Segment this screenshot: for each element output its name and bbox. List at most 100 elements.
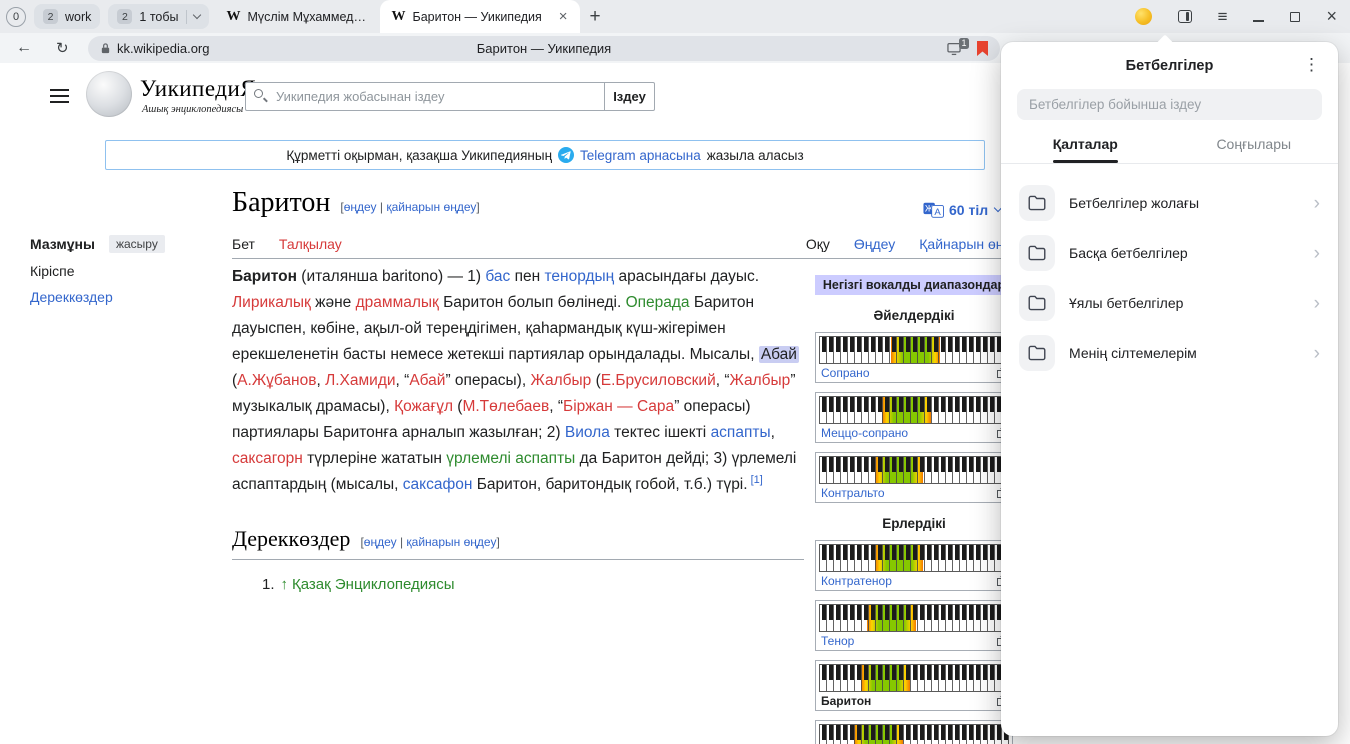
site-notifications-icon[interactable]: 1 — [946, 42, 962, 56]
tab-group-label: work — [65, 10, 91, 24]
voice-label[interactable]: Тенор — [821, 634, 854, 648]
wiki-hamburger-icon[interactable] — [50, 89, 69, 91]
folder-item-mobile-bookmarks[interactable]: Ұялы бетбелгілер › — [1009, 278, 1330, 328]
table-of-contents: Мазмұны жасыру Кіріспе Дереккөздер — [30, 235, 210, 305]
tab-group-label: 1 тобы — [139, 10, 178, 24]
toc-header: Мазмұны — [30, 236, 95, 252]
banner-text: Құрметті оқырман, қазақша Уикипедияның — [286, 148, 552, 163]
bookmarks-panel-title: Бетбелгілер — [1126, 58, 1214, 74]
lock-icon[interactable] — [100, 42, 111, 55]
tab-bariton-active[interactable]: W Баритон — Уикипедия × — [380, 0, 580, 33]
piano-range-image[interactable] — [819, 724, 1009, 744]
folder-item-bookmarks-bar[interactable]: Бетбелгілер жолағы › — [1009, 178, 1330, 228]
voice-range-item[interactable]: Контратенор — [815, 540, 1013, 591]
wiki-search-button[interactable]: Іздеу — [605, 82, 655, 111]
wikipedia-favicon: W — [227, 9, 241, 25]
wiki-tagline: Ашық энциклопедиясы — [142, 104, 243, 115]
title-edit-links[interactable]: [өңдеу | қайнарын өңдеу] — [340, 200, 479, 214]
telegram-channel-link[interactable]: Telegram арнасына — [580, 148, 701, 163]
infobox-body: ӘйелдердікіСопраноМеццо-сопраноКонтральт… — [815, 308, 1013, 744]
tab-muslim[interactable]: W Мүслім Мұхаммедұлы Ма — [217, 0, 380, 33]
side-panel-toggle-icon[interactable] — [1165, 10, 1205, 23]
voice-range-item[interactable]: Меццо-сопрано — [815, 392, 1013, 443]
wikipedia-favicon: W — [392, 9, 406, 25]
tab-title: Баритон — Уикипедия — [413, 10, 542, 24]
tab-counter-button[interactable]: 0 — [6, 7, 26, 27]
section-edit-links[interactable]: [өңдеу | қайнарын өңдеу] — [360, 529, 499, 555]
piano-range-image[interactable] — [819, 396, 1009, 424]
folder-item-other-bookmarks[interactable]: Басқа бетбелгілер › — [1009, 228, 1330, 278]
tab-read[interactable]: Оқу — [806, 236, 830, 252]
bookmarks-tabs: Қалталар Соңғылары — [1001, 136, 1338, 164]
wiki-search-input[interactable] — [245, 82, 605, 111]
voice-range-item[interactable]: Сопрано — [815, 332, 1013, 383]
tab-edit[interactable]: Өңдеу — [854, 236, 895, 252]
notification-count-badge: 1 — [959, 38, 969, 49]
voice-label[interactable]: Меццо-сопрано — [821, 426, 908, 440]
piano-range-image[interactable] — [819, 336, 1009, 364]
voice-range-item[interactable]: Тенор — [815, 600, 1013, 651]
chevron-right-icon: › — [1314, 244, 1320, 263]
reference-link[interactable]: Қазақ Энциклопедиясы — [292, 576, 455, 593]
chevron-right-icon: › — [1314, 294, 1320, 313]
tab-page[interactable]: Бет — [232, 236, 255, 252]
tab-group-work[interactable]: 2 work — [34, 4, 100, 29]
tab-folders[interactable]: Қалталар — [1001, 136, 1170, 163]
piano-range-image[interactable] — [819, 664, 1009, 692]
url-field[interactable]: kk.wikipedia.org Баритон — Уикипедия 1 — [88, 36, 1000, 61]
address-page-title: Баритон — Уикипедия — [88, 36, 1000, 61]
toolbar-right-icons: ≡ × — [1122, 6, 1350, 27]
browser-menu-icon[interactable]: ≡ — [1205, 7, 1241, 27]
wiki-search: Іздеу — [245, 82, 655, 111]
svg-text:A: A — [934, 207, 941, 218]
back-button[interactable]: ← — [16, 33, 32, 63]
tab-close-icon[interactable]: × — [559, 9, 568, 24]
banner-text: жазыла аласыз — [707, 148, 804, 163]
tab-group-toby[interactable]: 2 1 тобы — [108, 4, 208, 29]
language-icon: ЖA — [923, 202, 944, 218]
backlink-arrow[interactable]: ↑ — [281, 576, 289, 593]
article-body: Баритон (италянша baritono) — 1) бас пен… — [232, 264, 804, 598]
window-close-button[interactable]: × — [1313, 6, 1350, 27]
folder-icon — [1019, 285, 1055, 321]
voice-label[interactable]: Сопрано — [821, 366, 870, 380]
search-icon — [254, 89, 263, 98]
new-tab-button[interactable]: + — [580, 6, 611, 28]
piano-range-image[interactable] — [819, 604, 1009, 632]
toc-item-references[interactable]: Дереккөздер — [30, 289, 210, 305]
toc-item-intro[interactable]: Кіріспе — [30, 263, 210, 279]
folder-icon — [1019, 185, 1055, 221]
tab-recent[interactable]: Соңғылары — [1170, 136, 1339, 163]
piano-range-image[interactable] — [819, 456, 1009, 484]
voice-range-item[interactable]: Бас — [815, 720, 1013, 744]
infobox-group-header: Ерлердікі — [815, 516, 1013, 531]
divider — [186, 10, 187, 24]
reload-button[interactable]: ↻ — [56, 33, 69, 63]
window-maximize-button[interactable] — [1277, 12, 1313, 22]
tab-group-count-badge: 2 — [117, 9, 132, 24]
chevron-right-icon: › — [1314, 194, 1320, 213]
bookmark-flag-icon[interactable] — [977, 41, 988, 56]
bookmarks-folder-list: Бетбелгілер жолағы › Басқа бетбелгілер ›… — [1001, 164, 1338, 378]
vocal-range-infobox: Негізгі вокалды диапазондар ӘйелдердікіС… — [815, 275, 1013, 744]
chevron-down-icon[interactable] — [192, 10, 200, 18]
tab-group-count-badge: 2 — [43, 9, 58, 24]
language-selector[interactable]: ЖA 60 тіл — [923, 202, 1001, 218]
toc-hide-button[interactable]: жасыру — [109, 235, 165, 253]
wiki-wordmark[interactable]: УикипедиЯ — [140, 76, 256, 102]
voice-label[interactable]: Контральто — [821, 486, 885, 500]
rewards-icon[interactable] — [1122, 8, 1165, 25]
voice-label[interactable]: Контратенор — [821, 574, 892, 588]
tab-title: Мүслім Мұхаммедұлы Ма — [248, 10, 370, 24]
bookmarks-panel: Бетбелгілер ⋮ Қалталар Соңғылары Бетбелг… — [1001, 42, 1338, 736]
piano-range-image[interactable] — [819, 544, 1009, 572]
window-minimize-button[interactable] — [1240, 12, 1277, 22]
tab-talk[interactable]: Талқылау — [279, 236, 342, 252]
kebab-menu-icon[interactable]: ⋮ — [1303, 55, 1320, 75]
wikipedia-logo[interactable] — [86, 71, 132, 117]
bookmarks-search-input[interactable] — [1017, 89, 1322, 120]
folder-item-my-links[interactable]: Менің сілтемелерім › — [1009, 328, 1330, 378]
folder-icon — [1019, 335, 1055, 371]
voice-range-item[interactable]: Баритон — [815, 660, 1013, 711]
voice-range-item[interactable]: Контральто — [815, 452, 1013, 503]
